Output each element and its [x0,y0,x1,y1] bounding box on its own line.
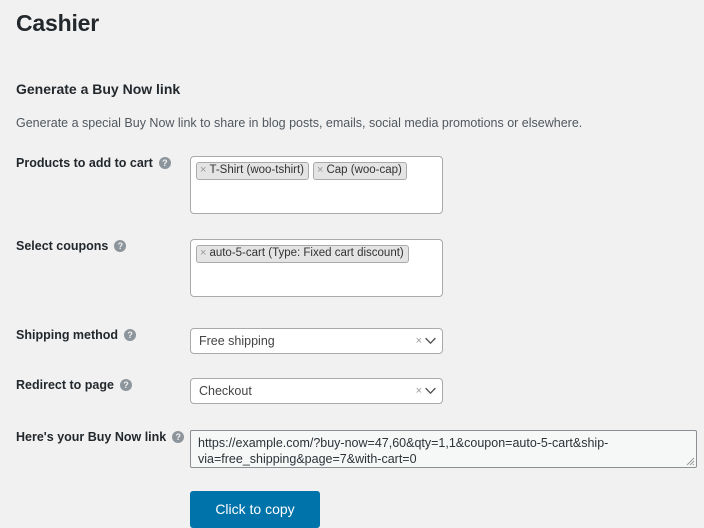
label-coupons: Select coupons ? [16,239,190,253]
section-title: Generate a Buy Now link [16,81,181,97]
token-remove-icon[interactable]: × [317,165,323,176]
label-shipping-text: Shipping method [16,328,119,342]
token-product-1[interactable]: × T-Shirt (woo-tshirt) [196,162,310,180]
buy-now-link-form: Products to add to cart ? × T-Shirt (woo… [16,156,697,528]
help-icon[interactable]: ? [172,431,185,443]
section-description: Generate a special Buy Now link to share… [16,116,583,130]
clear-icon[interactable]: × [416,385,422,397]
clear-icon[interactable]: × [416,335,422,347]
field-buy-now-link: https://example.com/?buy-now=47,60&qty=1… [190,430,697,468]
label-shipping: Shipping method ? [16,328,190,342]
field-shipping: Free shipping × [190,328,688,354]
label-products-text: Products to add to cart [16,156,153,170]
buy-now-link-wrapper: https://example.com/?buy-now=47,60&qty=1… [190,430,697,468]
help-icon[interactable]: ? [158,157,171,169]
help-icon[interactable]: ? [114,240,127,252]
token-product-2[interactable]: × Cap (woo-cap) [313,162,407,180]
form-row-coupons: Select coupons ? × auto-5-cart (Type: Fi… [16,239,688,297]
page-title: Cashier [16,10,99,36]
products-multiselect[interactable]: × T-Shirt (woo-tshirt) × Cap (woo-cap) [190,156,443,214]
label-redirect-text: Redirect to page [16,378,114,392]
field-products: × T-Shirt (woo-tshirt) × Cap (woo-cap) [190,156,688,214]
click-to-copy-button[interactable]: Click to copy [190,491,320,528]
help-icon[interactable]: ? [124,329,137,341]
field-coupons: × auto-5-cart (Type: Fixed cart discount… [190,239,688,297]
label-coupons-text: Select coupons [16,239,109,253]
label-redirect: Redirect to page ? [16,378,190,392]
token-label: T-Shirt (woo-tshirt) [209,164,305,176]
token-remove-icon[interactable]: × [200,248,206,259]
field-copy: Click to copy [190,491,688,528]
help-icon[interactable]: ? [119,379,132,391]
coupons-multiselect[interactable]: × auto-5-cart (Type: Fixed cart discount… [190,239,443,297]
token-label: auto-5-cart (Type: Fixed cart discount) [209,247,404,259]
chevron-down-icon[interactable] [425,387,436,395]
token-coupon-1[interactable]: × auto-5-cart (Type: Fixed cart discount… [196,245,409,263]
label-products: Products to add to cart ? [16,156,190,170]
form-row-redirect: Redirect to page ? Checkout × [16,378,688,404]
shipping-method-value: Free shipping [199,334,275,348]
label-buy-now-link: Here's your Buy Now link ? [16,430,190,444]
redirect-page-select[interactable]: Checkout × [190,378,443,404]
field-redirect: Checkout × [190,378,688,404]
form-row-buy-now-link: Here's your Buy Now link ? https://examp… [16,430,697,468]
form-row-shipping: Shipping method ? Free shipping × [16,328,688,354]
buy-now-link-textarea[interactable]: https://example.com/?buy-now=47,60&qty=1… [190,430,697,468]
form-row-products: Products to add to cart ? × T-Shirt (woo… [16,156,688,214]
cashier-page: Cashier Generate a Buy Now link Generate… [0,0,704,528]
chevron-down-icon[interactable] [425,337,436,345]
label-buy-now-link-text: Here's your Buy Now link [16,430,167,444]
shipping-method-select[interactable]: Free shipping × [190,328,443,354]
token-label: Cap (woo-cap) [326,164,402,176]
redirect-page-value: Checkout [199,384,252,398]
token-remove-icon[interactable]: × [200,165,206,176]
form-row-copy: Click to copy [16,491,688,528]
